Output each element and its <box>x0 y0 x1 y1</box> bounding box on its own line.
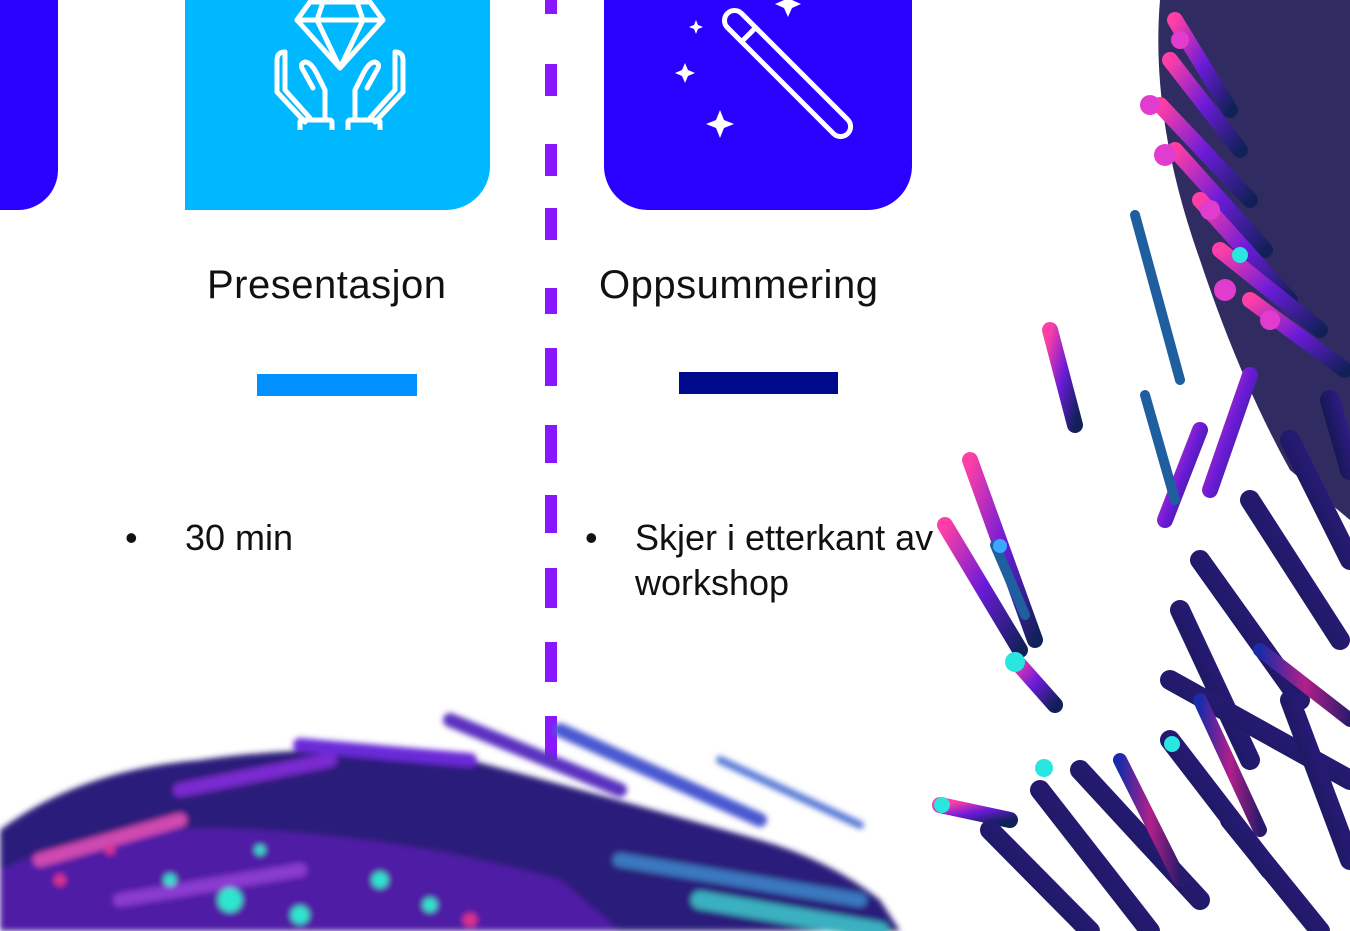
bullet-glyph: • <box>585 517 598 558</box>
bullet-text: Skjer i etterkant av workshop <box>635 517 934 603</box>
partial-tile-left <box>0 0 58 210</box>
oppsummering-bullet-list: • Skjer i etterkant av workshop <box>585 515 945 605</box>
oppsummering-accent-bar <box>679 372 838 394</box>
oppsummering-heading: Oppsummering <box>599 263 879 307</box>
bullet-text: 30 min <box>185 517 294 558</box>
list-item: • 30 min <box>125 515 293 560</box>
magic-wand-icon <box>675 0 854 140</box>
bullet-glyph: • <box>125 517 138 558</box>
oppsummering-icon-tile <box>604 0 912 210</box>
presentasjon-bullet-list: • 30 min <box>125 515 293 560</box>
diamond-in-hands-icon <box>274 0 406 130</box>
presentasjon-heading: Presentasjon <box>207 263 447 307</box>
presentasjon-accent-bar <box>257 374 417 396</box>
dashed-divider <box>545 0 557 760</box>
list-item: • Skjer i etterkant av workshop <box>585 515 945 605</box>
presentasjon-icon-tile <box>185 0 490 210</box>
